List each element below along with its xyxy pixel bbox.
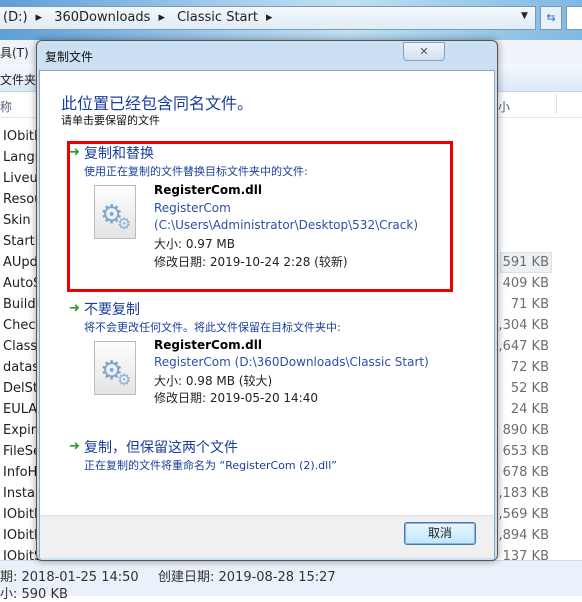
dialog-content: 此位置已经包含同名文件。 请单击要保留的文件 ➜ 复制和替换 使用正在复制的文件… xyxy=(39,70,495,558)
close-icon: ✕ xyxy=(419,45,429,58)
file-size: 2,569 KB xyxy=(490,507,549,522)
file-size: 2,894 KB xyxy=(490,528,549,543)
file-folder: RegisterCom xyxy=(154,201,231,215)
search-input[interactable] xyxy=(566,6,582,30)
file-name: RegisterCom.dll xyxy=(154,338,262,352)
dll-file-icon: ⚙ ⚙ xyxy=(94,185,136,239)
breadcrumb-classic-start[interactable]: Classic Start xyxy=(177,10,258,25)
address-bar[interactable]: (D:) ▸ 360Downloads ▸ Classic Start ▸ ▼ xyxy=(0,6,536,30)
file-name: InfoH xyxy=(3,465,38,480)
status-size: 小: 590 KB xyxy=(0,587,68,602)
option-title: 复制，但保留这两个文件 xyxy=(84,440,238,456)
file-size: 1,304 KB xyxy=(490,318,549,333)
cancel-button[interactable]: 取消 xyxy=(404,522,476,545)
column-divider xyxy=(556,94,557,114)
file-date: 修改日期: 2019-05-20 14:40 xyxy=(154,391,318,405)
file-name: IObitl xyxy=(3,528,38,543)
option-desc: 将不会更改任何文件。将此文件保留在目标文件夹中: xyxy=(84,321,341,334)
option-title: 不要复制 xyxy=(84,302,140,318)
option-desc: 使用正在复制的文件替换目标文件夹中的文件: xyxy=(84,165,308,178)
dialog-heading: 此位置已经包含同名文件。 xyxy=(61,94,254,113)
file-name: AUpd xyxy=(3,255,38,270)
column-name[interactable]: 称 xyxy=(0,98,12,115)
option-keep-both[interactable]: ➜ 复制，但保留这两个文件 正在复制的文件将重命名为 “RegisterCom … xyxy=(67,437,447,473)
status-created: 创建日期: 2019-08-28 15:27 xyxy=(158,570,336,585)
file-size: 653 KB xyxy=(502,444,549,459)
menu-tools[interactable]: 具(T) xyxy=(0,46,29,60)
file-size: 大小: 0.98 MB (较大) xyxy=(154,374,273,388)
column-size[interactable]: 小 xyxy=(498,98,510,115)
file-size: 24 KB xyxy=(510,402,549,417)
file-size: 2,647 KB xyxy=(490,339,549,354)
file-size: 678 KB xyxy=(502,465,549,480)
file-name: RegisterCom.dll xyxy=(154,183,262,197)
option-dont-copy[interactable]: ➜ 不要复制 将不会更改任何文件。将此文件保留在目标文件夹中: ⚙ ⚙ Regis… xyxy=(67,299,447,409)
close-button[interactable]: ✕ xyxy=(403,42,445,61)
file-size: 71 KB xyxy=(510,297,549,312)
refresh-button[interactable]: ⇆ xyxy=(540,6,562,30)
copy-file-dialog: 复制文件 ✕ 此位置已经包含同名文件。 请单击要保留的文件 ➜ 复制和替换 使用… xyxy=(36,40,498,561)
breadcrumb-drive[interactable]: (D:) xyxy=(3,10,28,25)
file-name: Instal xyxy=(3,486,39,501)
green-arrow-icon: ➜ xyxy=(69,145,80,160)
file-name: datas xyxy=(3,360,40,375)
file-size: 2,183 KB xyxy=(490,486,549,501)
dialog-title: 复制文件 xyxy=(45,50,94,64)
file-size: 52 KB xyxy=(510,381,549,396)
option-copy-replace[interactable]: ➜ 复制和替换 使用正在复制的文件替换目标文件夹中的文件: ⚙ ⚙ Registe… xyxy=(67,143,447,289)
option-title: 复制和替换 xyxy=(84,146,154,162)
dll-file-icon: ⚙ ⚙ xyxy=(94,341,136,395)
file-path: RegisterCom (D:\360Downloads\Classic Sta… xyxy=(154,355,429,369)
green-arrow-icon: ➜ xyxy=(69,439,80,454)
file-name: IObitl xyxy=(3,507,38,522)
file-date: 修改日期: 2019-10-24 2:28 (较新) xyxy=(154,255,348,269)
status-bar: 期: 2018-01-25 14:50 创建日期: 2019-08-28 15:… xyxy=(0,560,582,602)
green-arrow-icon: ➜ xyxy=(69,301,80,316)
dialog-footer: 取消 xyxy=(40,515,494,558)
dropdown-arrow-icon[interactable]: ▼ xyxy=(521,11,528,21)
file-size: 大小: 0.97 MB xyxy=(154,237,235,251)
file-size: 890 KB xyxy=(502,423,549,438)
file-name: Skin xyxy=(3,213,31,228)
option-desc: 正在复制的文件将重命名为 “RegisterCom (2).dll” xyxy=(84,459,337,472)
file-size: 591 KB xyxy=(502,255,549,270)
file-size: 409 KB xyxy=(502,276,549,291)
chevron-right-icon: ▸ xyxy=(158,10,165,25)
new-folder-button[interactable]: 文件夹 xyxy=(0,73,36,87)
file-size: 72 KB xyxy=(510,360,549,375)
dialog-subheading: 请单击要保留的文件 xyxy=(61,114,160,127)
file-name: BuildI xyxy=(3,297,40,312)
chevron-right-icon: ▸ xyxy=(265,10,273,25)
breadcrumb-360downloads[interactable]: 360Downloads xyxy=(54,10,150,25)
file-path: (C:\Users\Administrator\Desktop\532\Crac… xyxy=(154,218,419,232)
chevron-right-icon: ▸ xyxy=(35,10,43,25)
